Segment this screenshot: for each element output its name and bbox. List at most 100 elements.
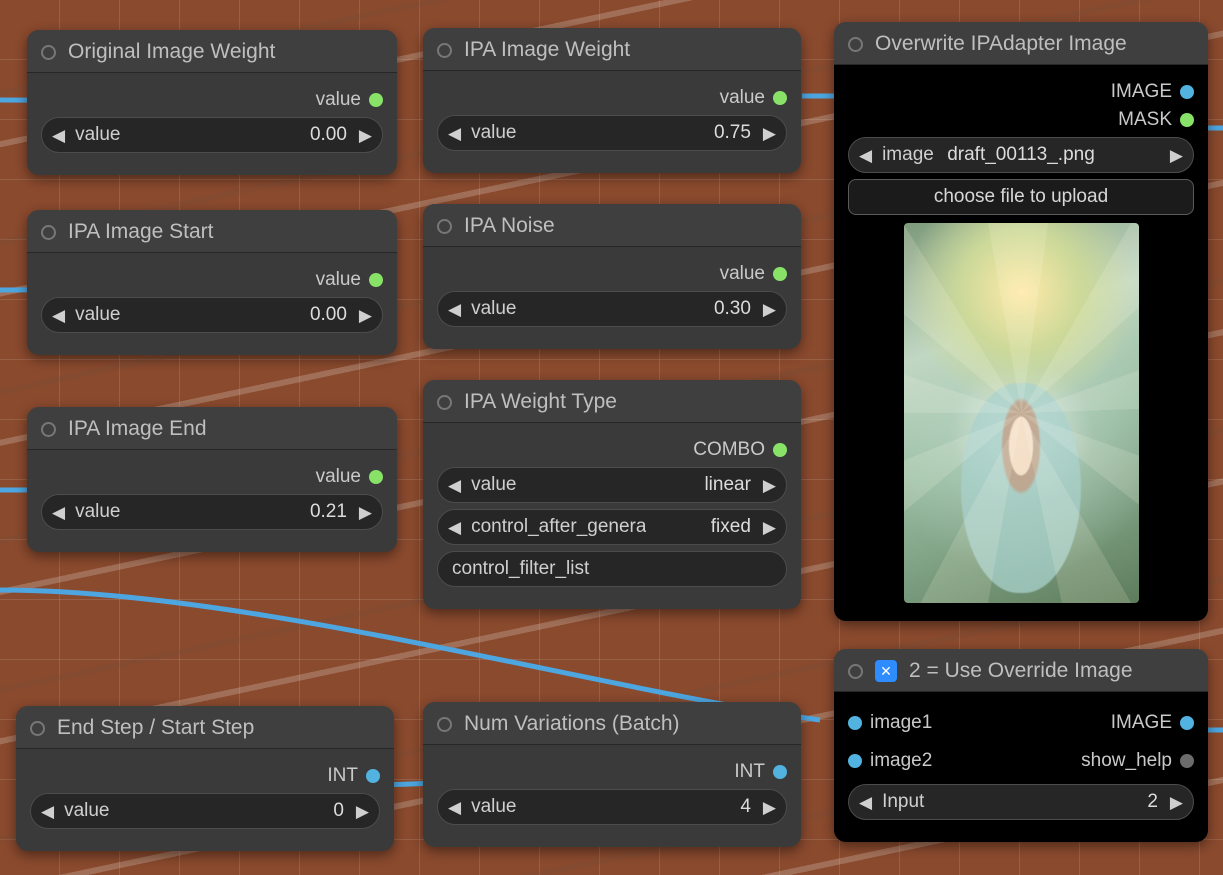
output-value[interactable]: value (41, 269, 383, 291)
widget-value[interactable]: 0.00 (121, 304, 347, 326)
collapse-icon[interactable] (848, 664, 863, 679)
control-after-generate-widget[interactable]: ◀ control_after_genera fixed ▶ (437, 509, 787, 545)
chevron-right-icon[interactable]: ▶ (763, 519, 776, 536)
widget-value[interactable]: 4 (517, 796, 751, 818)
node-ipa-image-start[interactable]: IPA Image Start value ◀ value 0.00 ▶ (27, 210, 397, 355)
chevron-right-icon[interactable]: ▶ (356, 803, 369, 820)
port-icon[interactable] (369, 93, 383, 107)
output-mask[interactable]: MASK (848, 109, 1194, 131)
port-icon[interactable] (1180, 85, 1194, 99)
node-use-override-image[interactable]: ✕ 2 = Use Override Image image1 IMAGE im… (834, 649, 1208, 842)
node-title[interactable]: ✕ 2 = Use Override Image (834, 649, 1208, 692)
node-title[interactable]: IPA Image Weight (423, 28, 801, 71)
output-combo[interactable]: COMBO (437, 439, 787, 461)
chevron-left-icon[interactable]: ◀ (448, 519, 461, 536)
chevron-left-icon[interactable]: ◀ (859, 794, 872, 811)
value-widget[interactable]: ◀ value 0.30 ▶ (437, 291, 787, 327)
chevron-right-icon[interactable]: ▶ (1170, 794, 1183, 811)
chevron-right-icon[interactable]: ▶ (1170, 147, 1183, 164)
output-image[interactable]: IMAGE (1111, 712, 1194, 734)
collapse-icon[interactable] (848, 37, 863, 52)
chevron-left-icon[interactable]: ◀ (41, 803, 54, 820)
widget-value[interactable]: fixed (626, 516, 751, 538)
chevron-right-icon[interactable]: ▶ (763, 477, 776, 494)
widget-value[interactable]: 0.00 (121, 124, 347, 146)
output-value[interactable]: value (41, 466, 383, 488)
collapse-icon[interactable] (41, 45, 56, 60)
image-preview[interactable] (904, 223, 1139, 603)
chevron-left-icon[interactable]: ◀ (448, 301, 461, 318)
node-original-image-weight[interactable]: Original Image Weight value ◀ value 0.00… (27, 30, 397, 175)
chevron-right-icon[interactable]: ▶ (359, 504, 372, 521)
collapse-icon[interactable] (437, 717, 452, 732)
value-widget[interactable]: ◀ value linear ▶ (437, 467, 787, 503)
input-widget[interactable]: ◀ Input 2 ▶ (848, 784, 1194, 820)
widget-value[interactable]: linear (517, 474, 751, 496)
port-icon[interactable] (773, 267, 787, 281)
node-title[interactable]: Overwrite IPAdapter Image (834, 22, 1208, 65)
port-icon[interactable] (773, 91, 787, 105)
chevron-right-icon[interactable]: ▶ (763, 301, 776, 318)
chevron-left-icon[interactable]: ◀ (52, 127, 65, 144)
port-icon[interactable] (1180, 754, 1194, 768)
collapse-icon[interactable] (41, 225, 56, 240)
collapse-icon[interactable] (437, 395, 452, 410)
node-title[interactable]: Original Image Weight (27, 30, 397, 73)
chevron-right-icon[interactable]: ▶ (359, 127, 372, 144)
widget-value[interactable]: 0.30 (517, 298, 751, 320)
output-value[interactable]: value (437, 87, 787, 109)
chevron-left-icon[interactable]: ◀ (448, 799, 461, 816)
node-title[interactable]: IPA Noise (423, 204, 801, 247)
output-int[interactable]: INT (437, 761, 787, 783)
chevron-left-icon[interactable]: ◀ (448, 477, 461, 494)
port-icon[interactable] (848, 754, 862, 768)
input-image2[interactable]: image2 (848, 750, 932, 772)
output-value[interactable]: value (41, 89, 383, 111)
collapse-icon[interactable] (437, 43, 452, 58)
node-overwrite-ipadapter-image[interactable]: Overwrite IPAdapter Image IMAGE MASK ◀ i… (834, 22, 1208, 621)
value-widget[interactable]: ◀ value 0 ▶ (30, 793, 380, 829)
collapse-icon[interactable] (30, 721, 45, 736)
value-widget[interactable]: ◀ value 0.00 ▶ (41, 297, 383, 333)
node-title[interactable]: IPA Image End (27, 407, 397, 450)
widget-value[interactable]: 0.21 (121, 501, 347, 523)
collapse-icon[interactable] (437, 219, 452, 234)
node-ipa-image-end[interactable]: IPA Image End value ◀ value 0.21 ▶ (27, 407, 397, 552)
node-num-variations[interactable]: Num Variations (Batch) INT ◀ value 4 ▶ (423, 702, 801, 847)
value-widget[interactable]: ◀ value 0.21 ▶ (41, 494, 383, 530)
image-file-widget[interactable]: ◀ image draft_00113_.png ▶ (848, 137, 1194, 173)
output-show-help[interactable]: show_help (1081, 750, 1194, 772)
port-icon[interactable] (773, 443, 787, 457)
chevron-right-icon[interactable]: ▶ (763, 799, 776, 816)
port-icon[interactable] (1180, 113, 1194, 127)
output-image[interactable]: IMAGE (848, 81, 1194, 103)
input-image1[interactable]: image1 (848, 712, 932, 734)
node-ipa-weight-type[interactable]: IPA Weight Type COMBO ◀ value linear ▶ ◀… (423, 380, 801, 609)
output-value[interactable]: value (437, 263, 787, 285)
port-icon[interactable] (1180, 716, 1194, 730)
choose-file-button[interactable]: choose file to upload (848, 179, 1194, 215)
chevron-left-icon[interactable]: ◀ (448, 125, 461, 142)
output-int[interactable]: INT (30, 765, 380, 787)
port-icon[interactable] (369, 273, 383, 287)
port-icon[interactable] (848, 716, 862, 730)
value-widget[interactable]: ◀ value 4 ▶ (437, 789, 787, 825)
port-icon[interactable] (773, 765, 787, 779)
chevron-right-icon[interactable]: ▶ (359, 307, 372, 324)
node-title[interactable]: IPA Image Start (27, 210, 397, 253)
widget-value[interactable]: 0 (110, 800, 344, 822)
chevron-right-icon[interactable]: ▶ (763, 125, 776, 142)
node-ipa-noise[interactable]: IPA Noise value ◀ value 0.30 ▶ (423, 204, 801, 349)
collapse-icon[interactable] (41, 422, 56, 437)
control-filter-list-widget[interactable]: control_filter_list (437, 551, 787, 587)
value-widget[interactable]: ◀ value 0.75 ▶ (437, 115, 787, 151)
node-end-step-start-step[interactable]: End Step / Start Step INT ◀ value 0 ▶ (16, 706, 394, 851)
port-icon[interactable] (366, 769, 380, 783)
chevron-left-icon[interactable]: ◀ (52, 504, 65, 521)
node-title[interactable]: End Step / Start Step (16, 706, 394, 749)
widget-value[interactable]: 2 (924, 791, 1158, 813)
value-widget[interactable]: ◀ value 0.00 ▶ (41, 117, 383, 153)
chevron-left-icon[interactable]: ◀ (52, 307, 65, 324)
node-ipa-image-weight[interactable]: IPA Image Weight value ◀ value 0.75 ▶ (423, 28, 801, 173)
node-title[interactable]: IPA Weight Type (423, 380, 801, 423)
